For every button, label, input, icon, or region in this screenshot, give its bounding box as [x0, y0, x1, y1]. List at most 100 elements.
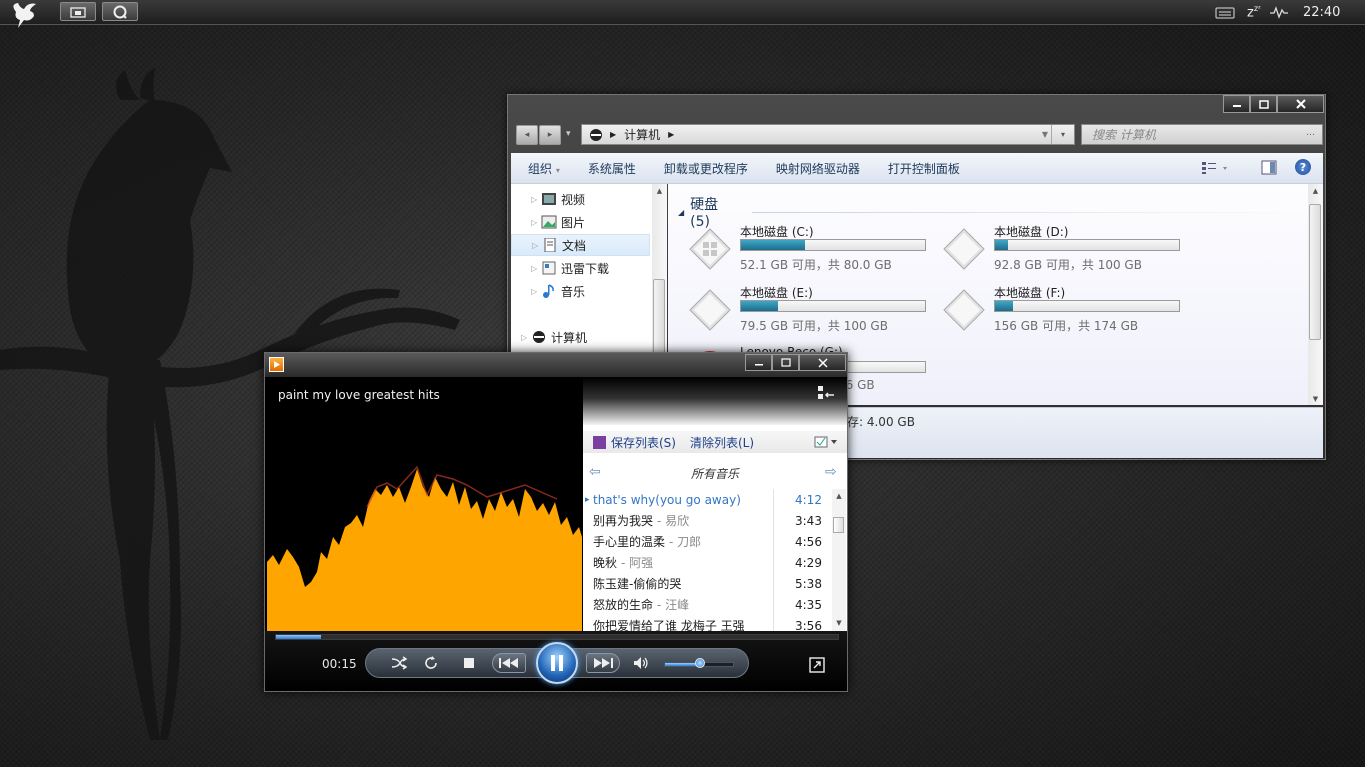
- section-divider: [752, 211, 1308, 213]
- expand-arrow-icon[interactable]: ▷: [531, 195, 539, 204]
- breadcrumb[interactable]: 计算机: [624, 126, 660, 143]
- volume-icon[interactable]: [632, 655, 650, 671]
- next-list-arrow-icon[interactable]: ⇨: [825, 464, 837, 480]
- nav-item-thunder-downloads[interactable]: ▷ 迅雷下载: [511, 257, 650, 279]
- address-dropdown-icon[interactable]: ▼: [1042, 130, 1048, 139]
- expand-arrow-icon[interactable]: ▷: [521, 333, 529, 342]
- previous-list-arrow-icon[interactable]: ⇦: [589, 464, 601, 480]
- next-track-icon[interactable]: [586, 653, 620, 673]
- drive-f[interactable]: 本地磁盘 (F:) 156 GB 可用，共 174 GB: [942, 282, 1192, 338]
- player-close-button[interactable]: [799, 354, 846, 371]
- keyboard-icon[interactable]: [1215, 5, 1237, 19]
- help-icon[interactable]: ?: [1295, 159, 1311, 175]
- expand-arrow-icon[interactable]: ▷: [532, 241, 540, 250]
- volume-thumb[interactable]: [695, 658, 706, 668]
- pause-button[interactable]: [536, 642, 578, 684]
- switch-to-now-playing-icon[interactable]: [809, 657, 825, 673]
- track-title: 怒放的生命: [593, 598, 654, 612]
- playlist-track[interactable]: 晚秋 - 阿强: [593, 552, 793, 573]
- content-scrollbar[interactable]: ▲ ▼: [1308, 184, 1323, 405]
- nav-item-computer[interactable]: ▷ 计算机: [511, 326, 650, 348]
- forward-button[interactable]: ▸: [539, 125, 561, 145]
- track-duration: 4:12: [795, 493, 822, 507]
- playlist-title[interactable]: 所有音乐: [691, 465, 739, 482]
- uninstall-program-button[interactable]: 卸载或更改程序: [664, 160, 748, 177]
- scroll-up-arrow-icon[interactable]: ▲: [652, 187, 667, 195]
- switch-to-library-icon[interactable]: [817, 385, 835, 401]
- track-title: 手心里的温柔: [593, 535, 666, 549]
- explorer-caption-buttons: [1223, 95, 1324, 113]
- playlist-nav: ⇦ 所有音乐 ⇨: [583, 461, 847, 483]
- network-icon[interactable]: [1269, 5, 1289, 19]
- playlist-track[interactable]: 怒放的生命 - 汪峰: [593, 594, 793, 615]
- drive-usage-fill: [741, 301, 778, 311]
- list-options-icon[interactable]: [814, 436, 838, 448]
- clear-list-button[interactable]: 清除列表(L): [690, 434, 754, 451]
- drive-c[interactable]: 本地磁盘 (C:) 52.1 GB 可用，共 80.0 GB: [688, 221, 938, 277]
- expand-arrow-icon[interactable]: ▷: [531, 264, 539, 273]
- drive-name: 本地磁盘 (F:): [994, 286, 1066, 300]
- player-minimize-button[interactable]: [745, 354, 772, 371]
- drive-d[interactable]: 本地磁盘 (D:) 92.8 GB 可用，共 100 GB: [942, 221, 1192, 277]
- playlist-track[interactable]: 别再为我哭 - 易欣: [593, 510, 793, 531]
- repeat-icon[interactable]: [422, 655, 440, 671]
- stop-icon[interactable]: [462, 656, 476, 670]
- search-input[interactable]: 搜索 计算机: [1081, 124, 1323, 145]
- music-note-icon: [541, 284, 557, 298]
- playlist-track[interactable]: ▸ that's why(you go away): [585, 489, 793, 510]
- start-orb-angel-icon[interactable]: [6, 0, 50, 30]
- taskbar-explorer-button[interactable]: [60, 2, 96, 21]
- playlist-scrollbar[interactable]: ▲ ▼: [832, 489, 846, 631]
- seek-bar[interactable]: [275, 634, 839, 640]
- expand-arrow-icon[interactable]: ▷: [531, 287, 539, 296]
- refresh-button[interactable]: ▾: [1051, 125, 1074, 144]
- sleep-icon[interactable]: zzᶻ: [1247, 4, 1261, 20]
- track-title: 你把爱情给了谁 龙梅子 王强: [593, 619, 745, 631]
- taskbar-player-button[interactable]: [102, 2, 138, 21]
- recent-pages-chevron-icon[interactable]: ▾: [566, 129, 571, 139]
- content-scroll-thumb[interactable]: [1309, 204, 1321, 340]
- scroll-up-arrow-icon[interactable]: ▲: [1308, 187, 1323, 195]
- playlist-track[interactable]: 手心里的温柔 - 刀郎: [593, 531, 793, 552]
- drive-usage-fill: [741, 240, 806, 250]
- nav-item-music[interactable]: ▷ 音乐: [511, 280, 650, 302]
- expand-arrow-icon[interactable]: ▷: [531, 218, 539, 227]
- scroll-up-arrow-icon[interactable]: ▲: [832, 492, 846, 500]
- system-properties-button[interactable]: 系统属性: [588, 160, 636, 177]
- track-title: 别再为我哭: [593, 514, 654, 528]
- back-button[interactable]: ◂: [516, 125, 538, 145]
- organize-menu[interactable]: 组织 ▾: [528, 160, 560, 177]
- open-control-panel-button[interactable]: 打开控制面板: [888, 160, 960, 177]
- shuffle-icon[interactable]: [390, 655, 408, 671]
- track-artist: - 刀郎: [669, 535, 702, 549]
- search-icon[interactable]: …: [1306, 128, 1315, 138]
- track-duration: 4:35: [795, 598, 822, 612]
- close-icon: [1295, 99, 1306, 109]
- volume-slider[interactable]: [664, 658, 734, 668]
- address-bar[interactable]: ▶ 计算机 ▶ ▼ ▾: [581, 124, 1075, 145]
- save-list-button[interactable]: 保存列表(S): [611, 434, 676, 451]
- minimize-button[interactable]: [1223, 95, 1250, 113]
- previous-track-icon[interactable]: [492, 653, 526, 673]
- playlist-track[interactable]: 你把爱情给了谁 龙梅子 王强: [593, 615, 793, 631]
- nav-item-videos[interactable]: ▷ 视频: [511, 188, 650, 210]
- playlist-track[interactable]: 陈玉建-偷偷的哭: [593, 573, 793, 594]
- player-maximize-button[interactable]: [772, 354, 799, 371]
- nav-item-pictures[interactable]: ▷ 图片: [511, 211, 650, 233]
- playlist-scroll-thumb[interactable]: [833, 517, 844, 533]
- close-button[interactable]: [1277, 95, 1324, 113]
- nav-item-documents[interactable]: ▷ 文档: [511, 234, 650, 256]
- maximize-icon: [780, 358, 791, 367]
- maximize-button[interactable]: [1250, 95, 1277, 113]
- preview-pane-icon[interactable]: [1261, 160, 1277, 176]
- player-title-bar: [265, 353, 847, 377]
- drive-e[interactable]: 本地磁盘 (E:) 79.5 GB 可用，共 100 GB: [688, 282, 938, 338]
- track-duration: 4:29: [795, 556, 822, 570]
- controls-pill: [365, 642, 749, 684]
- view-options-icon[interactable]: [1201, 161, 1231, 175]
- map-network-drive-button[interactable]: 映射网络驱动器: [776, 160, 860, 177]
- scroll-down-arrow-icon[interactable]: ▼: [832, 619, 846, 627]
- save-disk-icon: [593, 435, 606, 449]
- clock[interactable]: 22:40: [1303, 5, 1340, 20]
- scroll-down-arrow-icon[interactable]: ▼: [1308, 395, 1323, 403]
